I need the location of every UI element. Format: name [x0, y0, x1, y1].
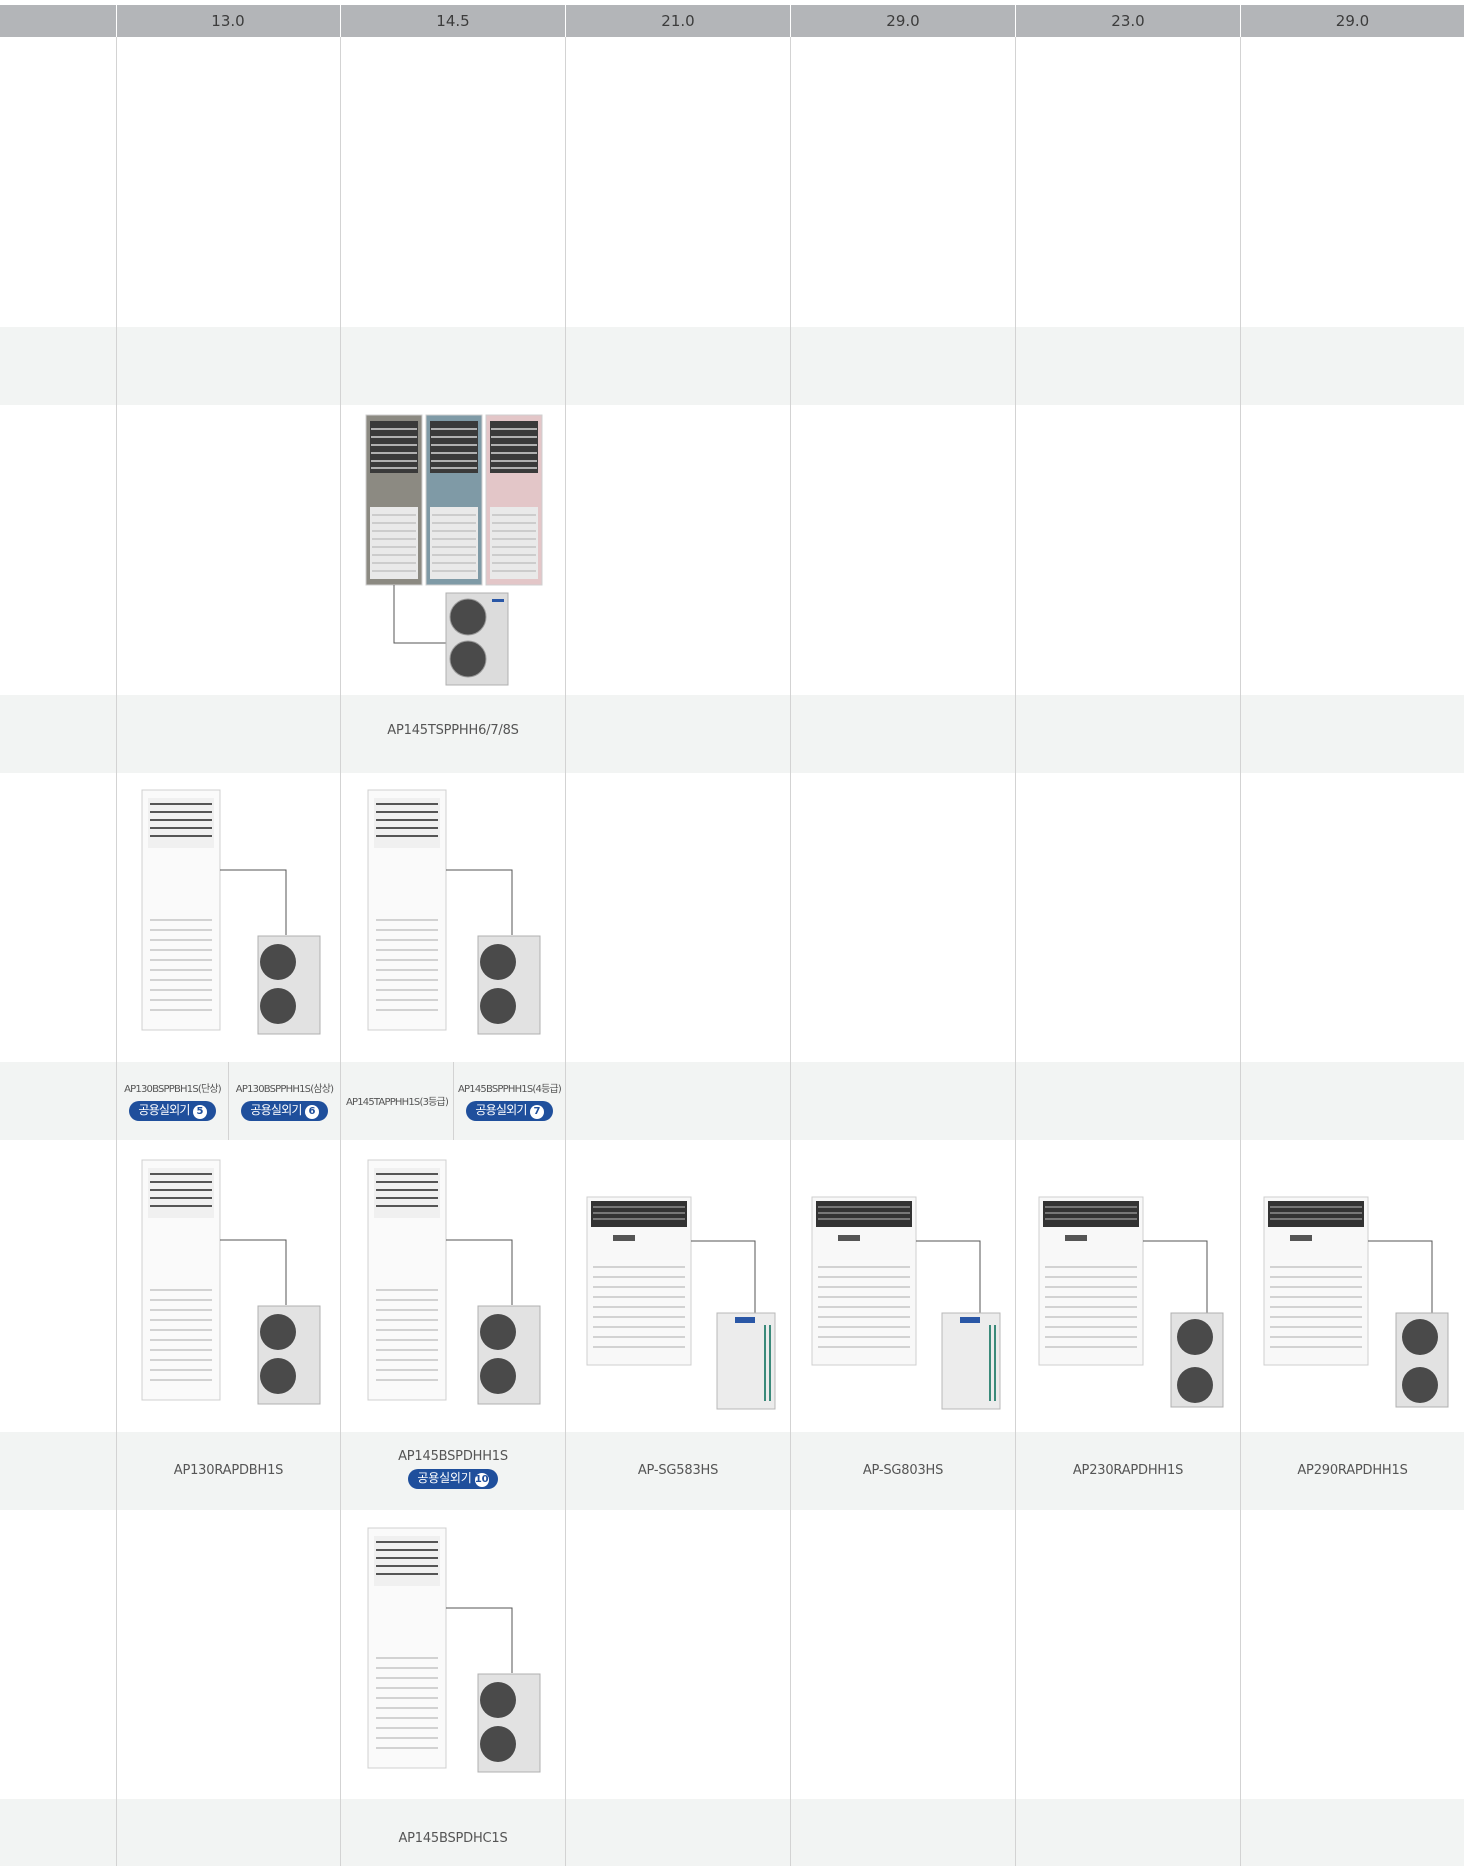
badge-number: 5 — [192, 1105, 207, 1119]
shared-outdoor-badge: 공용실외기 6 — [241, 1101, 328, 1121]
model-label-row3-col1a: AP130BSPPBH1S(단상) 공용실외기 5 — [117, 1080, 228, 1121]
model-label-row4-col6: AP290RAPDHH1S — [1297, 1463, 1408, 1478]
ac-unit-image-row5-col2 — [367, 1527, 541, 1773]
ac-unit-image-row4-col3 — [586, 1196, 776, 1410]
capacity-header-row: 13.0 14.5 21.0 29.0 23.0 29.0 — [0, 5, 1464, 37]
shared-outdoor-badge: 공용실외기 7 — [466, 1101, 553, 1121]
model-name: AP130BSPPBH1S(단상) — [124, 1084, 222, 1095]
header-cell-col3: 21.0 — [661, 12, 695, 30]
ac-unit-image-row4-col6 — [1263, 1196, 1449, 1408]
header-divider — [565, 5, 566, 37]
header-cell-col4: 29.0 — [886, 12, 920, 30]
model-name: AP130BSPPHH1S(삼상) — [235, 1084, 334, 1095]
ac-unit-image-row4-col5 — [1038, 1196, 1224, 1408]
model-label-row5-col2: AP145BSPDHC1S — [398, 1831, 508, 1846]
model-name: AP145BSPDHH1S — [398, 1449, 508, 1464]
badge-number: 7 — [529, 1105, 544, 1119]
model-label-row3-col2b: AP145BSPPHH1S(4등급) 공용실외기 7 — [454, 1080, 565, 1121]
label-band-row2 — [0, 695, 1464, 773]
shared-outdoor-badge: 공용실외기 10 — [408, 1469, 498, 1489]
header-cell-col6: 29.0 — [1335, 12, 1370, 30]
model-label-row4-col4: AP-SG803HS — [862, 1463, 944, 1478]
badge-label: 공용실외기 — [250, 1103, 302, 1117]
badge-number: 6 — [304, 1105, 319, 1119]
model-label-row2-col2: AP145TSPPHH6/7/8S — [387, 723, 519, 738]
model-label-row4-col3: AP-SG583HS — [637, 1463, 719, 1478]
column-divider — [1240, 37, 1241, 1866]
header-divider — [1240, 5, 1241, 37]
column-divider — [340, 37, 341, 1866]
header-divider — [340, 5, 341, 37]
label-band-row1 — [0, 327, 1464, 405]
model-label-row3-col1b: AP130BSPPHH1S(삼상) 공용실외기 6 — [229, 1080, 340, 1121]
ac-unit-image-row3-col1 — [141, 789, 321, 1035]
header-cell-col5: 23.0 — [1111, 12, 1145, 30]
model-label-row4-col1: AP130RAPDBH1S — [173, 1463, 284, 1478]
column-divider — [1015, 37, 1016, 1866]
badge-label: 공용실외기 — [417, 1471, 472, 1485]
header-divider — [1015, 5, 1016, 37]
header-divider — [790, 5, 791, 37]
column-divider — [116, 37, 117, 1866]
model-label-row3-col2a: AP145TAPPHH1S(3등급) — [345, 1097, 449, 1108]
shared-outdoor-badge: 공용실외기 5 — [129, 1101, 216, 1121]
label-band-row5 — [0, 1799, 1464, 1866]
badge-label: 공용실외기 — [138, 1103, 190, 1117]
ac-unit-triple-color-image — [365, 414, 543, 686]
header-cell-col1: 13.0 — [211, 12, 245, 30]
column-divider — [565, 37, 566, 1866]
ac-unit-image-row3-col2 — [367, 789, 541, 1035]
header-cell-col2: 14.5 — [436, 12, 470, 30]
model-label-row4-col2: AP145BSPDHH1S 공용실외기 10 — [341, 1449, 565, 1489]
ac-unit-image-row4-col4 — [811, 1196, 1001, 1410]
badge-number: 10 — [474, 1473, 489, 1487]
column-divider — [790, 37, 791, 1866]
badge-label: 공용실외기 — [475, 1103, 527, 1117]
header-divider — [116, 5, 117, 37]
ac-unit-image-row4-col2 — [367, 1159, 541, 1405]
ac-unit-image-row4-col1 — [141, 1159, 321, 1405]
model-name: AP145BSPPHH1S(4등급) — [458, 1084, 562, 1095]
model-label-row4-col5: AP230RAPDHH1S — [1072, 1463, 1184, 1478]
